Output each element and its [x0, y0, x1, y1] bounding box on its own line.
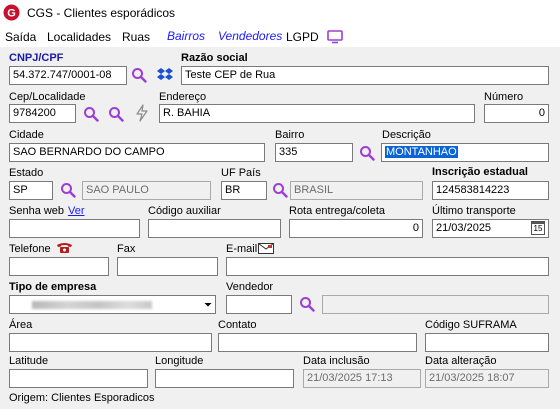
suframa-field[interactable]: [425, 333, 549, 352]
rota-label: Rota entrega/coleta: [289, 205, 386, 217]
menu-saida[interactable]: Saída: [5, 30, 36, 44]
status-origem: Origem: Clientes Esporadicos: [9, 392, 155, 404]
window-title: CGS - Clientes esporádicos: [27, 6, 176, 20]
data-alteracao-field: 21/03/2025 18:07: [425, 369, 549, 388]
cidade-label: Cidade: [9, 129, 44, 141]
cnpj-label: CNPJ/CPF: [9, 52, 64, 64]
envelope-icon[interactable]: [258, 243, 274, 254]
lightning-icon[interactable]: [135, 104, 149, 122]
menu-bairros[interactable]: Bairros: [167, 29, 205, 43]
pais-nome-field: BRASIL: [290, 181, 423, 200]
descricao-label: Descrição: [382, 129, 431, 141]
razao-label: Razão social: [181, 52, 248, 64]
descricao-field[interactable]: MONTANHAO: [381, 143, 549, 162]
contato-label: Contato: [218, 319, 257, 331]
menu-ruas[interactable]: Ruas: [122, 30, 150, 44]
vendedor-field[interactable]: [226, 295, 292, 314]
descricao-selected-text: MONTANHAO: [385, 146, 458, 158]
senha-web-field[interactable]: [9, 219, 140, 238]
search-localidade-icon[interactable]: [108, 106, 124, 122]
telefone-label: Telefone: [9, 243, 51, 255]
rota-field[interactable]: 0: [289, 219, 423, 238]
latitude-label: Latitude: [9, 355, 49, 367]
chevron-down-icon[interactable]: [201, 296, 215, 313]
latitude-field[interactable]: [9, 369, 148, 388]
vendedor-nome-field: [322, 295, 549, 314]
tipo-empresa-select[interactable]: [9, 295, 216, 314]
numero-label: Número: [484, 91, 524, 103]
suframa-label: Código SUFRAMA: [425, 319, 517, 331]
monitor-icon[interactable]: [327, 30, 343, 44]
endereco-field[interactable]: R. BAHIA: [159, 104, 475, 123]
telephone-icon[interactable]: [56, 242, 73, 254]
data-alteracao-label: Data alteração: [425, 355, 497, 367]
area-field[interactable]: [9, 333, 212, 352]
numero-field[interactable]: 0: [484, 104, 549, 123]
endereco-label: Endereço: [159, 91, 207, 103]
contato-field[interactable]: [218, 333, 417, 352]
email-field[interactable]: [226, 257, 549, 276]
search-cep-icon[interactable]: [83, 106, 99, 122]
bairro-label: Bairro: [275, 129, 305, 141]
calendar-icon[interactable]: 15: [531, 221, 545, 235]
ultimo-transporte-value: 21/03/2025: [436, 222, 492, 234]
longitude-field[interactable]: [155, 369, 294, 388]
estado-nome-field: SAO PAULO: [82, 181, 211, 200]
inscricao-field[interactable]: 124583814223: [432, 181, 549, 200]
telefone-field[interactable]: [9, 257, 109, 276]
menu-vendedores[interactable]: Vendedores: [218, 29, 282, 43]
ver-senha-link[interactable]: Ver: [68, 205, 85, 217]
menu-lgpd[interactable]: LGPD: [286, 30, 319, 44]
estado-label: Estado: [9, 167, 44, 179]
search-cnpj-icon[interactable]: [131, 67, 147, 83]
ultimo-transporte-label: Último transporte: [432, 205, 516, 217]
area-label: Área: [9, 319, 33, 331]
codigo-auxiliar-label: Código auxiliar: [148, 205, 221, 217]
search-pais-icon[interactable]: [272, 182, 288, 198]
uf-pais-field[interactable]: BR: [221, 181, 267, 200]
search-vendedor-icon[interactable]: [299, 296, 315, 312]
svg-text:G: G: [7, 8, 16, 20]
app-logo-icon: G: [3, 4, 20, 21]
bairro-field[interactable]: 335: [275, 143, 353, 162]
tipo-empresa-label: Tipo de empresa: [9, 281, 97, 293]
senha-web-label: Senha web: [9, 205, 65, 217]
cep-label: Cep/Localidade: [9, 91, 86, 103]
tipo-empresa-redacted: [32, 301, 152, 309]
search-estado-icon[interactable]: [60, 182, 76, 198]
search-bairro-icon[interactable]: [359, 145, 375, 161]
cep-field[interactable]: 9784200: [9, 104, 76, 123]
codigo-auxiliar-field[interactable]: [148, 219, 281, 238]
dropbox-icon[interactable]: [156, 67, 174, 83]
email-label: E-mail: [226, 243, 258, 255]
menu-localidades[interactable]: Localidades: [47, 30, 111, 44]
vendedor-label: Vendedor: [226, 281, 274, 293]
uf-pais-label: UF País: [221, 167, 261, 179]
inscricao-label: Inscrição estadual: [432, 166, 528, 178]
razao-field[interactable]: Teste CEP de Rua: [181, 66, 549, 85]
cnpj-field[interactable]: 54.372.747/0001-08: [9, 66, 127, 85]
data-inclusao-label: Data inclusão: [303, 355, 370, 367]
longitude-label: Longitude: [155, 355, 204, 367]
fax-label: Fax: [117, 243, 136, 255]
fax-field[interactable]: [117, 257, 218, 276]
cidade-field[interactable]: SAO BERNARDO DO CAMPO: [9, 143, 265, 162]
estado-field[interactable]: SP: [9, 181, 53, 200]
data-inclusao-field: 21/03/2025 17:13: [303, 369, 421, 388]
